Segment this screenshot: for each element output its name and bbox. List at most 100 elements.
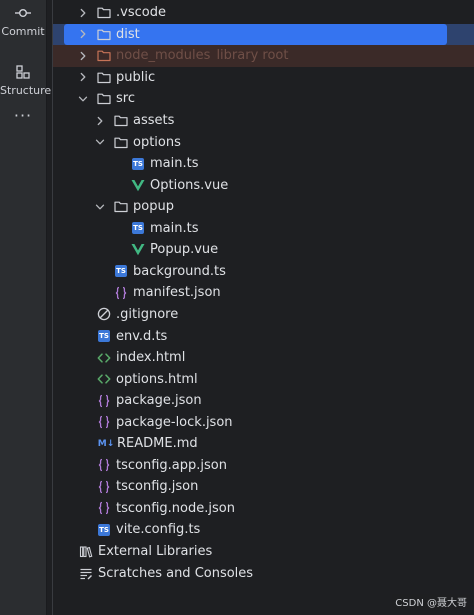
typescript-badge: TS <box>132 157 144 170</box>
tree-row-env-d-ts[interactable]: TS env.d.ts <box>53 325 474 347</box>
tree-item-label: Popup.vue <box>150 242 219 258</box>
tree-row-options[interactable]: options <box>53 131 474 153</box>
tree-row-popup[interactable]: popup <box>53 196 474 218</box>
chevron-right-icon[interactable] <box>94 115 106 127</box>
folder-icon <box>97 6 111 20</box>
chevron-down-icon[interactable] <box>94 136 106 148</box>
tree-row-vscode[interactable]: .vscode <box>53 2 474 24</box>
tree-item-label: package-lock.json <box>116 414 233 430</box>
tree-item-label: tsconfig.app.json <box>116 457 227 473</box>
tree-row-content: tsconfig.app.json <box>53 455 227 477</box>
typescript-badge: TS <box>132 222 144 235</box>
tree-row-content: tsconfig.node.json <box>53 498 235 520</box>
tree-row-content: TS main.ts <box>53 153 198 175</box>
tree-row-scratches-and-consoles[interactable]: Scratches and Consoles <box>53 562 474 584</box>
commit-icon <box>0 5 46 21</box>
tree-item-label: tsconfig.node.json <box>116 500 235 516</box>
chevron-down-icon[interactable] <box>94 201 106 213</box>
markdown-icon: M↓ <box>97 437 115 451</box>
tree-row-background-ts[interactable]: TS background.ts <box>53 261 474 283</box>
chevron-right-icon[interactable] <box>77 50 89 62</box>
scratches-icon <box>79 566 93 580</box>
tree-row-assets[interactable]: assets <box>53 110 474 132</box>
tree-row-options-vue[interactable]: Options.vue <box>53 174 474 196</box>
gitignore-icon <box>97 307 111 321</box>
tree-row-gitignore[interactable]: .gitignore <box>53 304 474 326</box>
tree-item-label: background.ts <box>133 263 226 279</box>
tree-item-label: External Libraries <box>98 544 213 560</box>
tree-row-content: popup <box>53 196 174 218</box>
tree-row-content: M↓ README.md <box>53 433 198 455</box>
folder-icon <box>114 200 128 214</box>
project-tree: .vscode dist node_modules library root publi… <box>53 0 474 615</box>
folder-icon <box>97 70 111 84</box>
chevron-right-icon[interactable] <box>77 71 89 83</box>
tree-row-content: options <box>53 131 181 153</box>
tree-item-label: .vscode <box>116 5 166 21</box>
folder-excluded-icon <box>97 49 111 63</box>
tree-item-label: options <box>133 134 181 150</box>
folder-icon <box>97 92 111 106</box>
tree-row-readme-md[interactable]: M↓ README.md <box>53 433 474 455</box>
chevron-right-icon[interactable] <box>77 7 89 19</box>
tree-row-tsconfig-app-json[interactable]: tsconfig.app.json <box>53 455 474 477</box>
tree-row-content: package.json <box>53 390 202 412</box>
tree-row-package-json[interactable]: package.json <box>53 390 474 412</box>
commit-label: Commit <box>1 25 45 38</box>
json-icon <box>97 394 111 408</box>
tree-row-external-libraries[interactable]: External Libraries <box>53 541 474 563</box>
folder-icon <box>114 135 128 149</box>
tree-row-popup-vue[interactable]: Popup.vue <box>53 239 474 261</box>
typescript-icon: TS <box>97 329 111 343</box>
tree-row-content: TS env.d.ts <box>53 325 167 347</box>
tree-item-label: assets <box>133 113 175 129</box>
tree-row-manifest-json[interactable]: manifest.json <box>53 282 474 304</box>
commit-tool-button[interactable]: Commit <box>0 5 46 38</box>
tree-row-tsconfig-json[interactable]: tsconfig.json <box>53 476 474 498</box>
tree-row-content: manifest.json <box>53 282 221 304</box>
tree-row-content: node_modules library root <box>53 45 288 67</box>
json-icon <box>97 458 111 472</box>
tree-item-label: index.html <box>116 350 186 366</box>
tree-item-label: node_modules <box>116 48 211 64</box>
tree-item-label: popup <box>133 199 174 215</box>
markdown-badge: M↓ <box>97 438 115 449</box>
tree-row-content: tsconfig.json <box>53 476 198 498</box>
tree-item-label: manifest.json <box>133 285 221 301</box>
tree-row-content: TS background.ts <box>53 261 226 283</box>
tree-row-package-lock-json[interactable]: package-lock.json <box>53 411 474 433</box>
tree-row-vite-config-ts[interactable]: TS vite.config.ts <box>53 519 474 541</box>
tree-row-node-modules[interactable]: node_modules library root <box>53 45 474 67</box>
tree-item-label: Options.vue <box>150 177 229 193</box>
chevron-right-icon[interactable] <box>77 28 89 40</box>
tree-row-content: public <box>53 67 155 89</box>
html-icon <box>97 372 111 386</box>
tree-row-src[interactable]: src <box>53 88 474 110</box>
more-tools-button[interactable]: ··· <box>0 106 46 125</box>
tree-row-public[interactable]: public <box>53 67 474 89</box>
tree-item-label: tsconfig.json <box>116 479 199 495</box>
chevron-down-icon[interactable] <box>77 93 89 105</box>
tree-item-label: vite.config.ts <box>116 522 201 538</box>
tree-item-label: env.d.ts <box>116 328 168 344</box>
json-icon <box>97 501 111 515</box>
tree-row-tsconfig-node-json[interactable]: tsconfig.node.json <box>53 498 474 520</box>
tree-row-content: assets <box>53 110 174 132</box>
tree-row-content: .gitignore <box>53 304 178 326</box>
vue-icon <box>131 178 145 192</box>
tree-row-dist[interactable]: dist <box>53 23 474 46</box>
vue-icon <box>131 243 145 257</box>
tree-row-main-ts[interactable]: TS main.ts <box>53 218 474 240</box>
tree-row-content: dist <box>53 24 140 46</box>
structure-tool-button[interactable]: Structure <box>0 64 51 97</box>
tree-row-content: TS main.ts <box>53 218 198 240</box>
json-icon <box>114 286 128 300</box>
typescript-badge: TS <box>98 523 110 536</box>
tree-row-content: .vscode <box>53 2 166 24</box>
watermark: CSDN @聂大哥 <box>392 594 470 609</box>
tree-row-main-ts[interactable]: TS main.ts <box>53 153 474 175</box>
tree-row-index-html[interactable]: index.html <box>53 347 474 369</box>
typescript-badge: TS <box>98 330 110 343</box>
tree-item-label: options.html <box>116 371 198 387</box>
tree-row-options-html[interactable]: options.html <box>53 368 474 390</box>
